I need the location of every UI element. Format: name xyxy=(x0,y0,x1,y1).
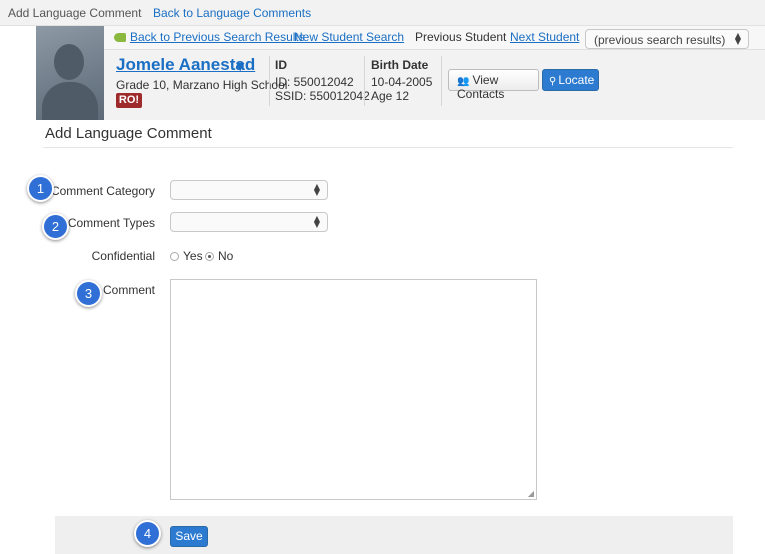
search-results-select[interactable]: (previous search results) ▲ ▼ xyxy=(585,29,749,49)
callout-2: 2 xyxy=(42,213,69,240)
student-avatar xyxy=(36,26,104,120)
back-arrow-icon xyxy=(114,33,126,42)
alert-badge[interactable]: RO! xyxy=(116,93,142,108)
users-icon: 👥 xyxy=(457,76,470,87)
callout-1: 1 xyxy=(27,175,54,202)
confidential-yes-radio[interactable] xyxy=(170,252,179,261)
top-nav-bar: Add Language Comment Back to Language Co… xyxy=(0,0,765,26)
confidential-label: Confidential xyxy=(91,249,155,263)
student-ssid: SSID: 550012042 xyxy=(275,89,370,103)
page-title: Add Language Comment xyxy=(45,125,212,142)
student-age: Age 12 xyxy=(371,89,410,103)
view-contacts-button[interactable]: 👥 View Contacts xyxy=(448,69,539,101)
new-student-search-link[interactable]: New Student Search xyxy=(294,30,404,44)
back-to-language-comments-link[interactable]: Back to Language Comments xyxy=(153,6,311,20)
previous-student-label: Previous Student xyxy=(415,30,507,44)
resize-handle-icon[interactable]: ◢ xyxy=(528,489,534,498)
birth-date-value: 10-04-2005 xyxy=(371,75,433,89)
divider xyxy=(364,56,365,106)
student-menu-caret-icon[interactable]: ▼ xyxy=(236,60,244,73)
save-button[interactable]: Save xyxy=(170,526,208,547)
map-pin-icon: ⚲ xyxy=(549,76,557,87)
title-divider xyxy=(43,147,733,148)
locate-button[interactable]: ⚲ Locate xyxy=(542,69,599,91)
confidential-no-label: No xyxy=(218,249,234,263)
id-heading: ID xyxy=(275,58,287,72)
current-page-label: Add Language Comment xyxy=(8,6,142,20)
callout-4: 4 xyxy=(134,520,161,547)
callout-3: 3 xyxy=(75,280,102,307)
confidential-no-radio[interactable] xyxy=(205,252,214,261)
next-student-link[interactable]: Next Student xyxy=(510,30,579,44)
select-arrows-icon: ▲ ▼ xyxy=(313,214,320,229)
divider xyxy=(269,56,270,106)
student-header: Back to Previous Search Results New Stud… xyxy=(36,26,765,120)
divider xyxy=(441,56,442,106)
comment-category-select[interactable]: ▲ ▼ xyxy=(170,180,328,200)
comment-types-select[interactable]: ▲ ▼ xyxy=(170,212,328,232)
select-arrows-icon: ▲ ▼ xyxy=(313,182,320,197)
birth-date-heading: Birth Date xyxy=(371,58,429,72)
locate-label: Locate xyxy=(558,73,595,87)
search-results-select-value: (previous search results) xyxy=(594,33,726,47)
student-id: ID: 550012042 xyxy=(275,75,354,89)
student-navigation: Back to Previous Search Results New Stud… xyxy=(104,26,765,50)
student-name-link[interactable]: Jomele Aanestad xyxy=(116,55,255,75)
select-arrows-icon: ▲ ▼ xyxy=(734,31,741,46)
student-grade-school: Grade 10, Marzano High School xyxy=(116,78,288,92)
comment-textarea[interactable]: ◢ xyxy=(170,279,537,500)
back-to-search-results-link[interactable]: Back to Previous Search Results xyxy=(130,30,305,44)
confidential-yes-label: Yes xyxy=(183,249,203,263)
